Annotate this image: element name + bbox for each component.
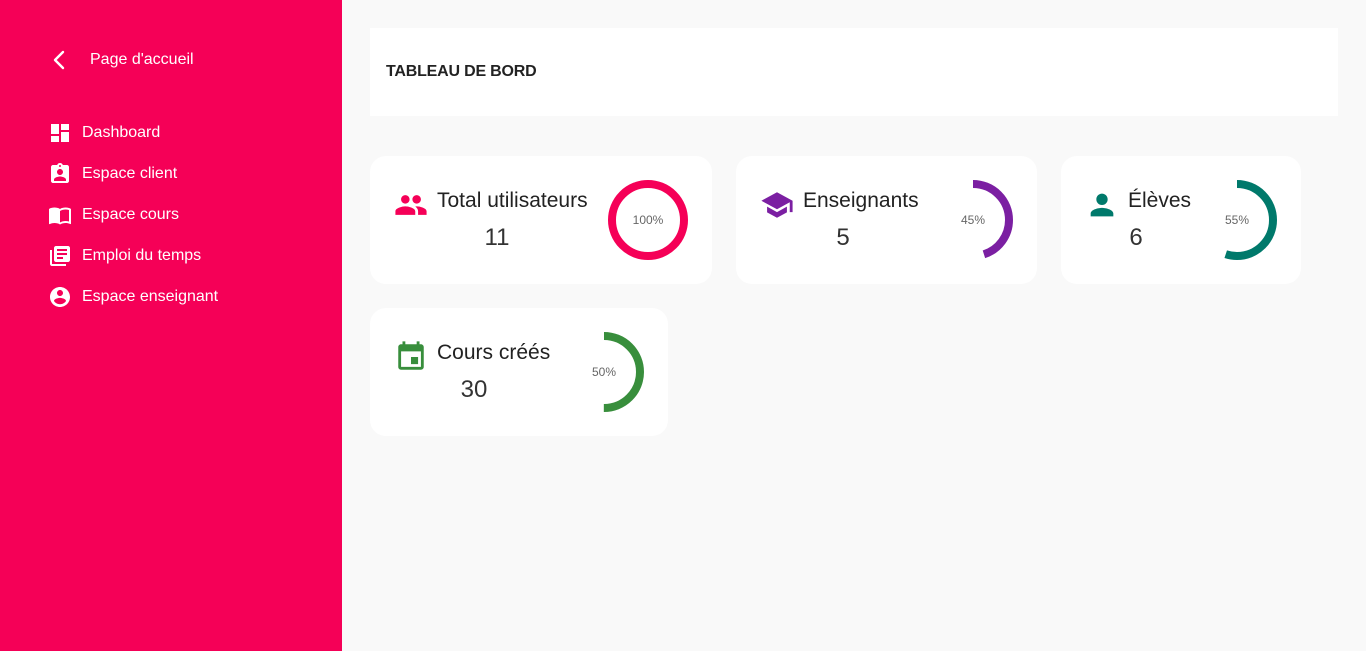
stat-title: Élèves xyxy=(1128,189,1192,212)
sidebar: Page d'accueil Dashboard Espace client E… xyxy=(0,0,342,651)
sidebar-item-dashboard[interactable]: Dashboard xyxy=(48,112,218,153)
progress-percent-label: 45% xyxy=(960,213,986,227)
stat-card-enseignants: Enseignants 5 45% xyxy=(736,156,1037,284)
person-icon xyxy=(1085,188,1121,224)
calendar-icon xyxy=(394,340,430,376)
stat-value: 11 xyxy=(484,224,510,251)
chevron-left-icon xyxy=(53,50,65,70)
account-circle-icon xyxy=(50,286,70,307)
stat-value: 6 xyxy=(1129,224,1143,251)
back-home-link[interactable]: Page d'accueil xyxy=(48,48,194,72)
stat-title: Total utilisateurs xyxy=(437,189,588,212)
stat-title: Cours créés xyxy=(437,341,551,364)
progress-percent-label: 50% xyxy=(591,365,617,379)
stat-value: 5 xyxy=(836,224,850,251)
progress-percent-label: 100% xyxy=(632,213,664,227)
sidebar-item-label: Espace cours xyxy=(82,205,179,223)
library-books-icon xyxy=(50,245,70,266)
stat-card-eleves: Élèves 6 55% xyxy=(1061,156,1301,284)
dashboard-icon xyxy=(51,123,69,142)
page-title: TABLEAU DE BORD xyxy=(386,63,537,80)
progress-ring: 55% xyxy=(1195,178,1279,262)
sidebar-item-espace-client[interactable]: Espace client xyxy=(48,153,218,194)
sidebar-item-label: Emploi du temps xyxy=(82,246,202,264)
sidebar-nav: Dashboard Espace client Espace cours Emp… xyxy=(48,112,218,317)
sidebar-item-label: Espace enseignant xyxy=(82,287,219,305)
progress-ring: 45% xyxy=(931,178,1015,262)
book-icon xyxy=(49,207,71,224)
stat-card-cours-crees: Cours créés 30 50% xyxy=(370,308,668,436)
back-home-label: Page d'accueil xyxy=(90,51,194,68)
sidebar-item-espace-cours[interactable]: Espace cours xyxy=(48,194,218,235)
sidebar-item-espace-enseignant[interactable]: Espace enseignant xyxy=(48,276,218,317)
badge-icon xyxy=(51,162,69,183)
group-icon xyxy=(394,188,430,224)
progress-ring: 100% xyxy=(606,178,690,262)
sidebar-item-emploi-du-temps[interactable]: Emploi du temps xyxy=(48,235,218,276)
page-header: TABLEAU DE BORD xyxy=(370,28,1338,116)
stat-card-total-utilisateurs: Total utilisateurs 11 100% xyxy=(370,156,712,284)
sidebar-item-label: Dashboard xyxy=(82,123,161,141)
stat-title: Enseignants xyxy=(803,189,919,212)
stat-value: 30 xyxy=(460,376,488,403)
school-icon xyxy=(760,188,796,224)
sidebar-item-label: Espace client xyxy=(82,164,178,182)
progress-percent-label: 55% xyxy=(1224,213,1250,227)
progress-ring: 50% xyxy=(562,330,646,414)
